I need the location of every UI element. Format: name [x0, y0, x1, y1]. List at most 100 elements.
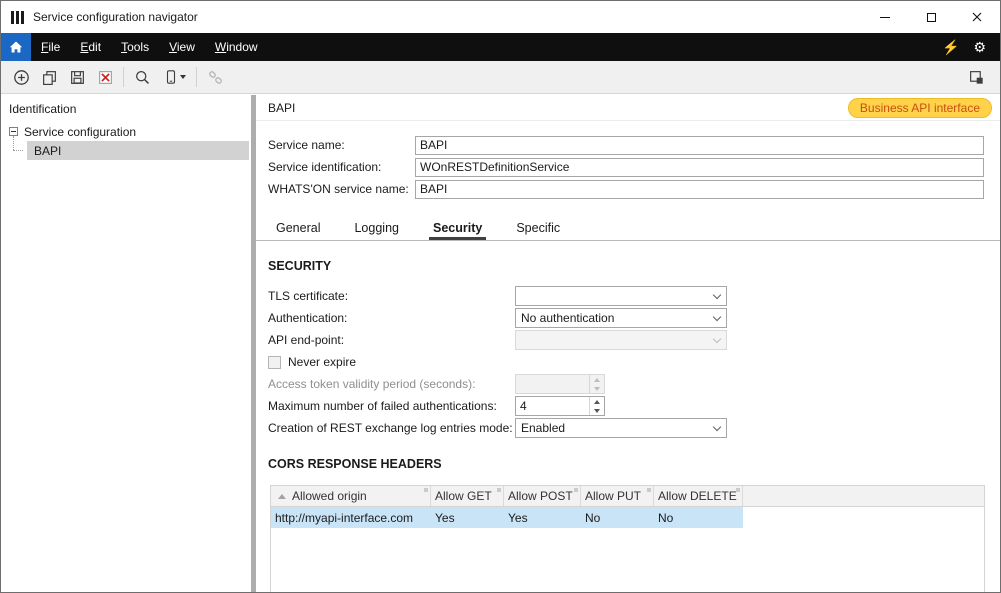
page-title: BAPI	[268, 101, 295, 115]
main-panel: BAPI Business API interface Service name…	[256, 95, 1000, 592]
max-failed-auth-spinner[interactable]	[515, 396, 605, 416]
cell-allow-post: Yes	[504, 507, 581, 528]
device-dropdown-button[interactable]	[158, 65, 190, 89]
sidebar-header: Identification	[1, 95, 251, 122]
app-window: Service configuration navigator File Edi…	[0, 0, 1001, 593]
table-row[interactable]: http://myapi-interface.com Yes Yes No No	[271, 507, 984, 528]
delete-button[interactable]	[93, 65, 117, 89]
cell-allow-get: Yes	[431, 507, 504, 528]
rest-log-mode-select[interactable]: Enabled	[515, 418, 727, 438]
service-identification-input[interactable]	[415, 158, 984, 177]
search-button[interactable]	[130, 65, 154, 89]
menu-edit[interactable]: Edit	[70, 33, 111, 61]
gear-icon[interactable]: ⚙	[973, 40, 986, 54]
token-validity-spinner	[515, 374, 605, 394]
column-header-filler	[743, 486, 984, 506]
new-window-icon	[968, 69, 985, 86]
api-endpoint-select	[515, 330, 727, 350]
toolbar-separator	[123, 67, 124, 87]
tree-child-wrap: BAPI	[13, 141, 251, 160]
menu-tools[interactable]: Tools	[111, 33, 159, 61]
unlink-icon	[207, 69, 224, 86]
menubar-right: ⚡ ⚙	[942, 33, 1000, 61]
tab-specific[interactable]: Specific	[512, 216, 564, 240]
tree-node-label: Service configuration	[24, 125, 136, 139]
copy-button[interactable]	[37, 65, 61, 89]
tls-certificate-label: TLS certificate:	[268, 289, 515, 303]
unlink-button[interactable]	[203, 65, 227, 89]
toolbar-separator	[196, 67, 197, 87]
menu-file[interactable]: File	[31, 33, 70, 61]
whatson-service-name-label: WHATS'ON service name:	[268, 182, 415, 196]
never-expire-checkbox[interactable]	[268, 356, 281, 369]
column-header-allow-put[interactable]: Allow PUT	[581, 486, 654, 506]
delete-icon	[97, 69, 114, 86]
max-failed-auth-label: Maximum number of failed authentications…	[268, 399, 515, 413]
tree-node-bapi[interactable]: BAPI	[27, 141, 249, 160]
titlebar: Service configuration navigator	[1, 1, 1000, 33]
home-button[interactable]	[1, 33, 31, 61]
lightning-icon[interactable]: ⚡	[942, 40, 959, 54]
tree-node-label: BAPI	[34, 144, 61, 158]
tab-general[interactable]: General	[272, 216, 324, 240]
column-header-allow-get[interactable]: Allow GET	[431, 486, 504, 506]
service-name-input[interactable]	[415, 136, 984, 155]
rest-log-mode-label: Creation of REST exchange log entries mo…	[268, 421, 515, 435]
api-endpoint-label: API end-point:	[268, 333, 515, 347]
maximize-button[interactable]	[908, 1, 954, 33]
add-icon	[13, 69, 30, 86]
menu-window[interactable]: Window	[205, 33, 268, 61]
chevron-down-icon	[708, 287, 726, 305]
chevron-down-icon	[180, 75, 186, 79]
minimize-button[interactable]	[862, 1, 908, 33]
tab-logging[interactable]: Logging	[350, 216, 403, 240]
sidebar: Identification Service configuration BAP…	[1, 95, 251, 592]
tree-node-service-configuration[interactable]: Service configuration	[1, 122, 251, 141]
save-icon	[69, 69, 86, 86]
column-header-allowed-origin[interactable]: Allowed origin	[271, 486, 431, 506]
tab-security[interactable]: Security	[429, 216, 486, 240]
save-button[interactable]	[65, 65, 89, 89]
chevron-down-icon	[708, 309, 726, 327]
authentication-select[interactable]: No authentication	[515, 308, 727, 328]
window-controls	[862, 1, 1000, 33]
cors-table-header: Allowed origin Allow GET Allow POST Allo…	[271, 486, 984, 507]
token-validity-input	[516, 375, 589, 393]
cors-heading: CORS RESPONSE HEADERS	[268, 457, 984, 471]
chevron-down-icon	[708, 331, 726, 349]
security-heading: SECURITY	[268, 259, 984, 273]
menubar: File Edit Tools View Window ⚡ ⚙	[1, 33, 1000, 61]
whatson-service-name-input[interactable]	[415, 180, 984, 199]
close-icon	[972, 12, 982, 22]
spin-up-icon[interactable]	[590, 397, 604, 406]
copy-icon	[41, 69, 58, 86]
cell-allow-put: No	[581, 507, 654, 528]
identification-tree: Service configuration BAPI	[1, 122, 251, 160]
close-button[interactable]	[954, 1, 1000, 33]
service-name-label: Service name:	[268, 138, 415, 152]
tls-certificate-select[interactable]	[515, 286, 727, 306]
collapse-icon[interactable]	[9, 127, 18, 136]
rest-log-mode-value: Enabled	[516, 421, 708, 435]
maximize-icon	[927, 13, 936, 22]
chevron-down-icon	[708, 419, 726, 437]
max-failed-auth-input[interactable]	[516, 397, 589, 415]
column-header-allow-post[interactable]: Allow POST	[504, 486, 581, 506]
column-header-allow-delete[interactable]: Allow DELETE	[654, 486, 743, 506]
token-validity-label: Access token validity period (seconds):	[268, 377, 515, 391]
authentication-value: No authentication	[516, 311, 708, 325]
service-identification-label: Service identification:	[268, 160, 415, 174]
new-window-button[interactable]	[964, 65, 988, 89]
add-button[interactable]	[9, 65, 33, 89]
spin-down-icon[interactable]	[590, 406, 604, 415]
search-icon	[134, 69, 151, 86]
sort-ascending-icon	[278, 494, 286, 499]
never-expire-label: Never expire	[288, 355, 356, 369]
spin-up-icon	[590, 375, 604, 384]
spinner-buttons	[589, 397, 604, 415]
main-header: BAPI Business API interface	[256, 95, 1000, 121]
spin-down-icon	[590, 384, 604, 393]
menu-view[interactable]: View	[159, 33, 205, 61]
app-logo-icon	[11, 11, 24, 24]
body: Identification Service configuration BAP…	[1, 95, 1000, 592]
